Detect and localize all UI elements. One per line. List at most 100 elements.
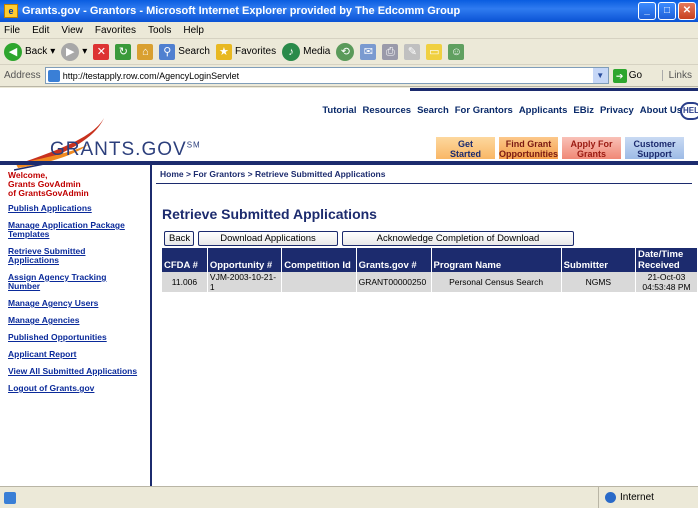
mail-icon[interactable]: ✉ — [360, 43, 377, 60]
cell-program-name: Personal Census Search — [431, 272, 562, 292]
tab-customer-support[interactable]: Customer Support — [625, 137, 684, 159]
menu-tools[interactable]: Tools — [148, 25, 171, 36]
folder-icon[interactable]: ▭ — [426, 43, 443, 60]
logo-text: GRANTS.GOVSM — [50, 139, 201, 160]
star-icon: ★ — [215, 43, 232, 60]
sidebar: Welcome, Grants GovAdmin of GrantsGovAdm… — [0, 165, 152, 486]
go-arrow-icon: ➔ — [612, 68, 627, 83]
sidebar-item-manage-agencies[interactable]: Manage Agencies — [8, 316, 138, 325]
cell-cfda: 11.006 — [162, 272, 208, 292]
edit-icon[interactable]: ✎ — [404, 43, 421, 60]
logo-service-mark: SM — [186, 140, 201, 150]
refresh-icon[interactable]: ↻ — [115, 43, 132, 60]
globe-icon — [605, 492, 616, 503]
address-label: Address — [4, 70, 41, 81]
tab-apply-for-grants[interactable]: Apply For Grants — [562, 137, 621, 159]
col-submitter[interactable]: Submitter — [561, 248, 637, 272]
links-button[interactable]: Links — [661, 70, 692, 81]
cell-opportunity: VJM-2003-10-21-1 — [207, 272, 283, 292]
back-page-button[interactable]: Back — [164, 231, 194, 246]
col-program-name[interactable]: Program Name — [431, 248, 562, 272]
zone-label: Internet — [620, 492, 654, 503]
cell-competition-id — [281, 272, 357, 292]
page-icon — [47, 69, 60, 82]
page-title: Retrieve Submitted Applications — [162, 206, 377, 222]
topnav-ebiz[interactable]: EBiz — [573, 105, 594, 116]
sidebar-item-published-opportunities[interactable]: Published Opportunities — [8, 333, 138, 342]
security-zone: Internet — [598, 487, 698, 508]
menu-edit[interactable]: Edit — [32, 25, 49, 36]
sidebar-item-manage-users[interactable]: Manage Agency Users — [8, 299, 138, 308]
messenger-icon[interactable]: ☺ — [448, 43, 465, 60]
page-status-icon — [4, 491, 16, 504]
topnav-about-us[interactable]: About Us — [640, 105, 682, 116]
address-input[interactable]: http://testapply.row.com/AgencyLoginServ… — [44, 67, 609, 84]
search-button[interactable]: ⚲ Search — [159, 43, 210, 60]
sidebar-item-publish-applications[interactable]: Publish Applications — [8, 204, 138, 213]
topnav-for-grantors[interactable]: For Grantors — [455, 105, 513, 116]
address-bar: Address http://testapply.row.com/AgencyL… — [0, 65, 698, 87]
menu-file[interactable]: File — [4, 25, 20, 36]
menu-view[interactable]: View — [61, 25, 83, 36]
col-opportunity[interactable]: Opportunity # — [207, 248, 283, 272]
breadcrumb[interactable]: Home > For Grantors > Retrieve Submitted… — [156, 165, 698, 179]
help-button[interactable]: HEL — [680, 102, 698, 120]
go-button[interactable]: ➔ Go — [612, 68, 642, 83]
topnav-search[interactable]: Search — [417, 105, 449, 116]
table-header-row: CFDA # Opportunity # Competition Id Gran… — [162, 248, 698, 272]
sidebar-item-retrieve-applications[interactable]: Retrieve Submitted Applications — [8, 247, 138, 265]
media-icon: ♪ — [282, 42, 301, 61]
maximize-button[interactable]: □ — [658, 2, 676, 20]
applications-table: CFDA # Opportunity # Competition Id Gran… — [162, 248, 698, 292]
address-url: http://testapply.row.com/AgencyLoginServ… — [62, 70, 240, 81]
col-competition-id[interactable]: Competition Id — [281, 248, 357, 272]
tab-find-grant[interactable]: Find Grant Opportunities — [499, 137, 558, 159]
page-content: Tutorial Resources Search For Grantors A… — [0, 88, 698, 486]
download-applications-button[interactable]: Download Applications — [198, 231, 338, 246]
search-icon: ⚲ — [159, 43, 176, 60]
window-title: Grants.gov - Grantors - Microsoft Intern… — [22, 5, 461, 17]
print-icon[interactable]: ⎙ — [382, 43, 399, 60]
main-panel: Home > For Grantors > Retrieve Submitted… — [156, 165, 698, 486]
sidebar-item-view-all-submitted[interactable]: View All Submitted Applications — [8, 367, 138, 376]
acknowledge-download-button[interactable]: Acknowledge Completion of Download — [342, 231, 574, 246]
breadcrumb-divider — [156, 183, 692, 184]
col-date-received[interactable]: Date/Time Received — [635, 248, 698, 272]
action-buttons: Back Download Applications Acknowledge C… — [164, 231, 574, 246]
sidebar-item-logout[interactable]: Logout of Grants.gov — [8, 384, 138, 393]
top-nav: Tutorial Resources Search For Grantors A… — [300, 105, 698, 116]
status-bar: Internet — [0, 486, 698, 508]
forward-arrow-icon: ▶ — [61, 42, 80, 61]
menu-favorites[interactable]: Favorites — [95, 25, 136, 36]
favorites-button[interactable]: ★ Favorites — [215, 43, 276, 60]
col-grants-gov[interactable]: Grants.gov # — [356, 248, 432, 272]
cell-grants-gov: GRANT00000250 — [356, 272, 432, 292]
history-icon[interactable]: ⟲ — [336, 42, 355, 61]
media-button[interactable]: ♪ Media — [282, 42, 330, 61]
topnav-privacy[interactable]: Privacy — [600, 105, 634, 116]
sidebar-item-assign-tracking[interactable]: Assign Agency Tracking Number — [8, 273, 138, 291]
topnav-tutorial[interactable]: Tutorial — [322, 105, 356, 116]
minimize-button[interactable]: _ — [638, 2, 656, 20]
close-button[interactable]: ✕ — [678, 2, 696, 20]
col-cfda[interactable]: CFDA # — [162, 248, 208, 272]
menu-help[interactable]: Help — [183, 25, 204, 36]
main-tabs: Get Started Find Grant Opportunities Apply… — [436, 137, 684, 159]
back-arrow-icon: ◀ — [4, 42, 22, 61]
toolbar: ◀ Back ▾ ▶ ▾ ✕ ↻ ⌂ ⚲ Search ★ Favorites ♪ Me… — [0, 39, 698, 65]
topnav-applicants[interactable]: Applicants — [519, 105, 568, 116]
menu-bar: File Edit View Favorites Tools Help — [0, 22, 698, 39]
sidebar-item-manage-templates[interactable]: Manage Application Package Templates — [8, 221, 138, 239]
header-rule — [410, 88, 698, 91]
address-dropdown-icon[interactable]: ▼ — [592, 68, 608, 83]
table-row[interactable]: 11.006 VJM-2003-10-21-1 GRANT00000250 Pe… — [162, 272, 698, 292]
forward-button[interactable]: ▶ ▾ — [61, 42, 87, 61]
back-button[interactable]: ◀ Back ▾ — [4, 42, 55, 61]
cell-date-received: 21-Oct-03 04:53:48 PM — [635, 272, 698, 292]
cell-submitter: NGMS — [561, 272, 637, 292]
topnav-resources[interactable]: Resources — [362, 105, 411, 116]
stop-icon[interactable]: ✕ — [93, 43, 110, 60]
home-icon[interactable]: ⌂ — [137, 43, 154, 60]
sidebar-item-applicant-report[interactable]: Applicant Report — [8, 350, 138, 359]
tab-get-started[interactable]: Get Started — [436, 137, 495, 159]
